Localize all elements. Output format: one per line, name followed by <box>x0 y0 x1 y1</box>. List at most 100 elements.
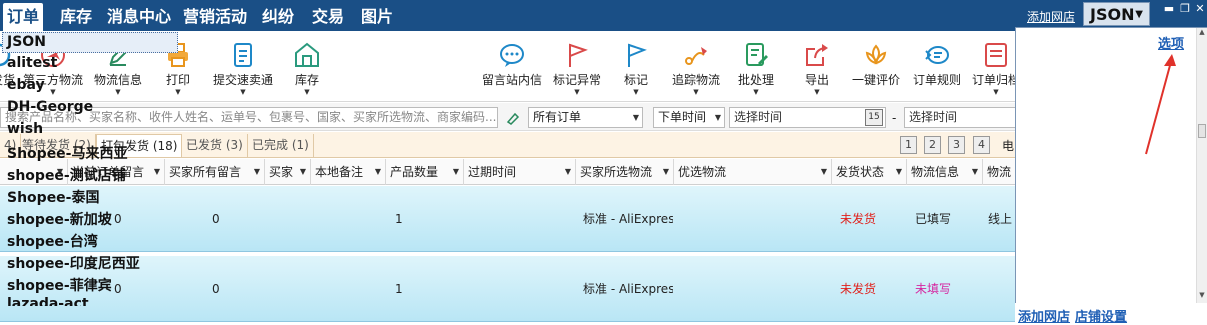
column-header[interactable]: 优选物流 ▼ <box>674 159 832 185</box>
print-label: 打印 <box>165 73 190 87</box>
shop-option[interactable]: shopee-台湾 <box>7 231 98 251</box>
start-date-input[interactable]: 选择时间 15 <box>729 107 886 128</box>
export-button[interactable]: 导出 ▼ <box>800 31 834 101</box>
batch-button[interactable]: 批处理 ▼ <box>736 31 776 101</box>
archive-icon <box>985 43 1007 67</box>
end-date-placeholder: 选择时间 <box>909 110 958 124</box>
chevron-down-icon: ▼ <box>564 167 571 176</box>
tab-shipped[interactable]: 已发货 (3) <box>182 134 248 157</box>
shop-option[interactable]: JSON <box>2 32 178 53</box>
eraser-icon[interactable] <box>506 111 520 125</box>
shop-option[interactable]: shopee-印度尼西亚 <box>7 253 140 273</box>
track-logistics-button[interactable]: 追踪物流 ▼ <box>668 31 724 101</box>
dropdown-footer-links: 添加网店 店铺设置 <box>1018 306 1132 325</box>
shop-option[interactable]: ebay <box>7 77 45 93</box>
nav-tab-inventory[interactable]: 库存 <box>60 3 92 31</box>
column-label: 买家所有留言 <box>169 165 242 179</box>
order-rules-button[interactable]: 订单规则 <box>910 31 964 101</box>
chevron-down-icon: ▼ <box>1135 9 1143 20</box>
column-header[interactable]: 买家 ▼ <box>265 159 311 185</box>
column-header[interactable]: 产品数量 ▼ <box>386 159 464 185</box>
order-archive-button[interactable]: 订单归档 ▼ <box>972 31 1020 101</box>
chevron-down-icon: ▼ <box>153 167 160 176</box>
mark-exception-button[interactable]: 标记异常 ▼ <box>550 31 604 101</box>
order-scope-select[interactable]: 所有订单 ▼ <box>528 107 643 128</box>
order-rules-label: 订单规则 <box>912 73 961 87</box>
column-header[interactable]: 本地备注 ▼ <box>311 159 386 185</box>
column-header[interactable]: 发货状态 ▼ <box>832 159 907 185</box>
chevron-down-icon: ▼ <box>993 88 999 96</box>
dropdown-scrollbar[interactable]: ▲ ▼ <box>1196 28 1207 303</box>
page-button-1[interactable]: 1 <box>900 136 917 154</box>
time-type-select[interactable]: 下单时间 ▼ <box>653 107 725 128</box>
shop-option[interactable]: DH-George <box>7 99 93 115</box>
nav-tab-images[interactable]: 图片 <box>361 3 393 31</box>
buyer-message-count: 0 <box>212 212 220 226</box>
shop-option[interactable]: shopee-新加坡 <box>7 209 112 229</box>
nav-tab-trade[interactable]: 交易 <box>312 3 344 31</box>
chevron-down-icon: ▼ <box>971 167 978 176</box>
page-button-3[interactable]: 3 <box>948 136 965 154</box>
order-archive-label: 订单归档 <box>972 73 1021 87</box>
logistics-info-label: 物流信息 <box>93 73 142 87</box>
submit-aliexpress-label: 提交速卖通 <box>212 73 273 87</box>
one-click-review-button[interactable]: 一键评价 <box>850 31 902 101</box>
message-label: 留言站内信 <box>481 73 542 87</box>
scroll-down-icon[interactable]: ▼ <box>1197 291 1207 303</box>
column-label: 买家 <box>269 165 294 179</box>
scroll-up-icon[interactable]: ▲ <box>1197 28 1207 40</box>
shop-option[interactable]: wish <box>7 121 43 137</box>
product-quantity: 1 <box>395 282 403 296</box>
mark-label: 标记 <box>623 73 648 87</box>
logistics-info: 未填写 <box>915 282 952 296</box>
column-header[interactable]: 过期时间 ▼ <box>464 159 576 185</box>
column-header[interactable]: 物流信息 ▼ <box>907 159 983 185</box>
logistics-extra: 线上 <box>988 212 1013 226</box>
submit-aliexpress-button[interactable]: 提交速卖通 ▼ <box>210 31 276 101</box>
inventory-button[interactable]: 库存 ▼ <box>287 31 327 101</box>
blue-flag-icon <box>628 43 647 67</box>
nav-tab-disputes[interactable]: 纠纷 <box>262 3 294 31</box>
add-shop-link[interactable]: 添加网店 <box>1027 8 1075 25</box>
column-label: 优选物流 <box>678 165 727 179</box>
chevron-down-icon: ▼ <box>693 88 699 96</box>
date-separator: - <box>892 111 897 125</box>
chevron-down-icon: ▼ <box>662 167 669 176</box>
shop-option[interactable]: shopee-测试店铺 <box>7 165 126 185</box>
column-label: 物流 <box>987 165 1012 179</box>
chevron-down-icon: ▼ <box>240 88 246 96</box>
minimize-icon[interactable]: ▬ <box>1162 2 1176 15</box>
ship-status: 未发货 <box>840 282 877 296</box>
shop-settings-link[interactable]: 店铺设置 <box>1075 310 1127 325</box>
column-label: 物流信息 <box>911 165 960 179</box>
column-label: 发货状态 <box>836 165 885 179</box>
nav-tab-orders[interactable]: 订单 <box>3 3 44 31</box>
shop-option[interactable]: lazada-act <box>7 296 89 306</box>
restore-icon[interactable]: ❐ <box>1178 2 1192 15</box>
column-header[interactable]: 买家所选物流 ▼ <box>576 159 674 185</box>
shop-option[interactable]: Shopee-马来西亚 <box>7 143 128 163</box>
page-button-2[interactable]: 2 <box>924 136 941 154</box>
scroll-thumb[interactable] <box>1198 124 1206 138</box>
nav-tab-messages[interactable]: 消息中心 <box>107 3 171 31</box>
end-date-input[interactable]: 选择时间 <box>904 107 1024 128</box>
tab-completed[interactable]: 已完成 (1) <box>248 134 314 157</box>
nav-tab-marketing[interactable]: 营销活动 <box>183 3 247 31</box>
shop-option[interactable]: shopee-菲律宾 <box>7 275 112 295</box>
page-more[interactable]: 电 <box>1002 137 1014 154</box>
mark-button[interactable]: 标记 ▼ <box>618 31 654 101</box>
buyer-logistics: 标准 - AliExpres <box>583 282 673 296</box>
order-message-count: 0 <box>114 212 122 226</box>
calendar-icon[interactable]: 15 <box>865 109 883 126</box>
column-header[interactable]: 买家所有留言 ▼ <box>165 159 265 185</box>
shop-option[interactable]: alitest <box>7 55 57 71</box>
chevron-down-icon: ▼ <box>115 88 121 96</box>
add-shop-footer-link[interactable]: 添加网店 <box>1018 310 1070 325</box>
chevron-down-icon: ▼ <box>632 113 639 122</box>
shop-option[interactable]: Shopee-泰国 <box>7 187 100 207</box>
message-button[interactable]: 留言站内信 <box>479 31 545 101</box>
shop-select[interactable]: JSON ▼ <box>1083 2 1150 26</box>
page-button-4[interactable]: 4 <box>973 136 990 154</box>
column-label: 买家所选物流 <box>580 165 653 179</box>
close-icon[interactable]: ✕ <box>1193 2 1207 15</box>
